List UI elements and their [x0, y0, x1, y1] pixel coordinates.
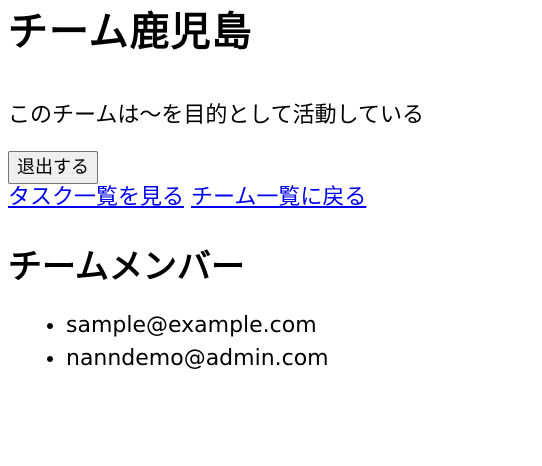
- leave-team-button[interactable]: 退出する: [8, 150, 98, 184]
- team-detail-page: チーム鹿児島 このチームは〜を目的として活動している 退出する タスク一覧を見る…: [0, 0, 542, 375]
- list-item: nanndemo@admin.com: [66, 342, 534, 375]
- page-title: チーム鹿児島: [8, 9, 253, 55]
- nav-links: タスク一覧を見る チーム一覧に戻る: [8, 184, 534, 213]
- member-list: sample@example.com nanndemo@admin.com: [8, 309, 534, 375]
- team-description: このチームは〜を目的として活動している: [8, 103, 425, 128]
- list-item: sample@example.com: [66, 309, 534, 342]
- back-to-teams-link[interactable]: チーム一覧に戻る: [191, 185, 366, 210]
- members-heading: チームメンバー: [8, 246, 245, 287]
- view-tasks-link[interactable]: タスク一覧を見る: [8, 185, 184, 210]
